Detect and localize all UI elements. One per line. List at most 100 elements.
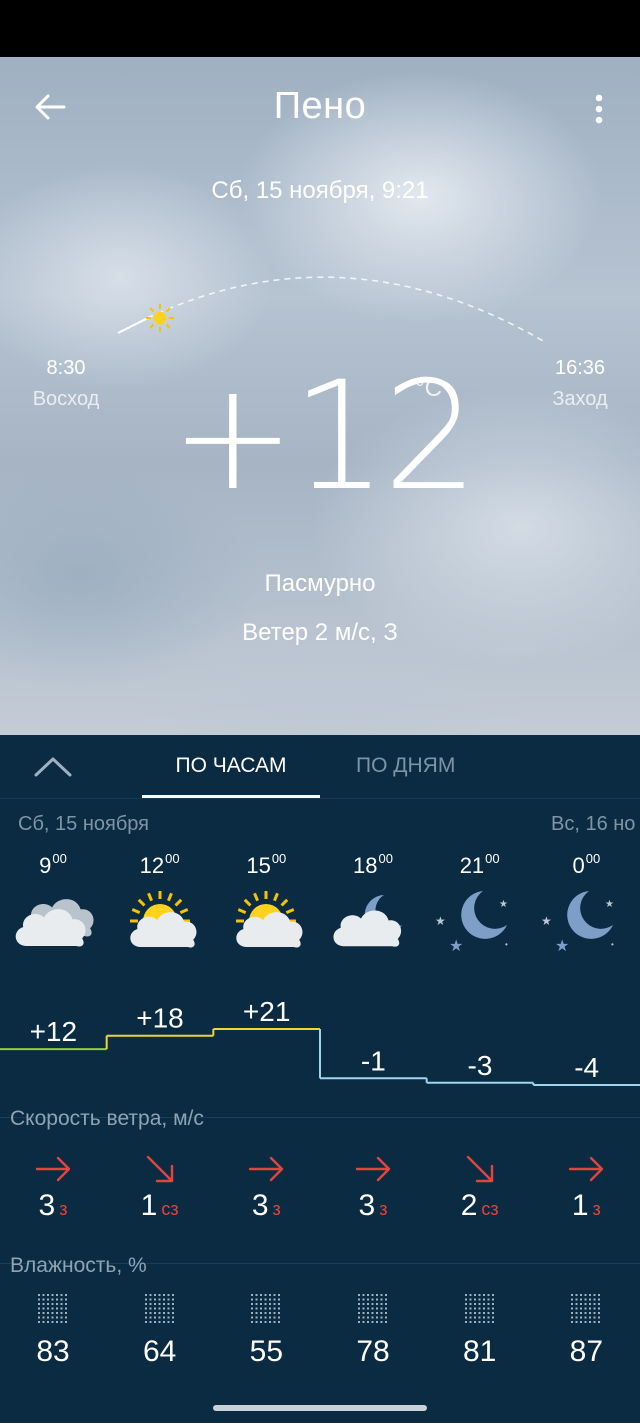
hour-value: 9 bbox=[39, 853, 52, 878]
humidity-section-title: Влажность, % bbox=[10, 1254, 147, 1277]
humidity-value: 83 bbox=[36, 1335, 70, 1368]
chevron-up-icon[interactable] bbox=[30, 749, 76, 785]
humidity-icon bbox=[107, 1292, 213, 1326]
wind-speed: 3з bbox=[0, 1189, 106, 1223]
svg-text:★: ★ bbox=[541, 914, 552, 928]
hour-time: 1500 bbox=[213, 851, 319, 879]
hour-value: 0 bbox=[572, 853, 585, 878]
hour-value: 18 bbox=[353, 853, 378, 878]
status-bar bbox=[0, 0, 640, 57]
wind-speed: 3з bbox=[320, 1189, 426, 1223]
wind-summary: Ветер 2 м/с, З bbox=[242, 619, 398, 646]
minute-value: 00 bbox=[378, 851, 393, 866]
humidity-value: 81 bbox=[462, 1335, 497, 1368]
partly-sunny-icon bbox=[107, 885, 213, 955]
forecast-tabs: ПО ЧАСАМ ПО ДНЯМ bbox=[0, 735, 640, 799]
city-title: Пено bbox=[273, 85, 367, 127]
sunset-time: 16:36 bbox=[554, 357, 606, 379]
sunset-label: Заход bbox=[552, 388, 608, 410]
arrow-east-icon bbox=[213, 1151, 319, 1187]
arrow-east-icon bbox=[0, 1151, 106, 1187]
clear-night-icon: ★ ★ ★ • bbox=[427, 885, 533, 955]
humidity-icon bbox=[213, 1292, 319, 1326]
temperature-label: -1 bbox=[361, 1045, 386, 1076]
humidity-value: 87 bbox=[569, 1335, 604, 1368]
svg-text:•: • bbox=[611, 940, 614, 949]
humidity-value: 55 bbox=[249, 1335, 284, 1368]
wind-direction: з bbox=[59, 1199, 68, 1219]
wind-direction: з bbox=[592, 1199, 601, 1219]
current-datetime: Сб, 15 ноября, 9:21 bbox=[211, 177, 429, 204]
wind-speed: 3з bbox=[213, 1189, 319, 1223]
hour-value: 12 bbox=[139, 853, 165, 878]
wind-direction: з bbox=[272, 1199, 281, 1219]
wind-direction: сз bbox=[481, 1199, 499, 1219]
wind-speed-value: 1 bbox=[140, 1189, 158, 1222]
humidity-icon bbox=[0, 1292, 106, 1326]
home-indicator[interactable] bbox=[213, 1405, 427, 1411]
hour-value: 21 bbox=[459, 853, 485, 878]
arrow-east-icon bbox=[320, 1151, 426, 1187]
humidity-icon bbox=[533, 1292, 639, 1326]
tab-daily[interactable]: ПО ДНЯМ bbox=[356, 754, 455, 778]
sunrise-time: 8:30 bbox=[46, 357, 86, 379]
arrow-east-icon bbox=[533, 1151, 639, 1187]
minute-value: 00 bbox=[52, 851, 67, 866]
hour-time: 2100 bbox=[427, 851, 533, 879]
sunrise-label: Восход bbox=[32, 388, 100, 410]
temperature-unit: °C bbox=[415, 375, 442, 402]
hour-time: 000 bbox=[533, 851, 639, 879]
humidity-value: 78 bbox=[356, 1335, 390, 1368]
wind-speed: 1 сз bbox=[107, 1189, 213, 1223]
humidity-icon bbox=[320, 1292, 426, 1326]
temperature-chart: +12 +18 +21 -1 -3 -4 bbox=[0, 996, 640, 1086]
tab-hourly[interactable]: ПО ЧАСАМ bbox=[142, 754, 320, 778]
wind-speed-value: 3 bbox=[358, 1189, 376, 1222]
wind-speed: 2 сз bbox=[427, 1189, 533, 1223]
svg-text:★: ★ bbox=[605, 899, 614, 910]
minute-value: 00 bbox=[165, 851, 180, 866]
wind-speed-value: 1 bbox=[571, 1189, 589, 1222]
partly-sunny-icon bbox=[213, 885, 319, 955]
minute-value: 00 bbox=[485, 851, 500, 866]
wind-direction: сз bbox=[161, 1199, 179, 1219]
minute-value: 00 bbox=[585, 851, 601, 866]
hour-time: 1800 bbox=[320, 851, 426, 879]
more-options-icon[interactable] bbox=[584, 91, 614, 127]
wind-direction: з bbox=[379, 1199, 388, 1219]
forecast-panel: ПО ЧАСАМ ПО ДНЯМ Сб, 15 ноября Вс, 16 но… bbox=[0, 735, 640, 1423]
temperature-label: +21 bbox=[243, 996, 291, 1027]
svg-text:★: ★ bbox=[435, 914, 446, 928]
clear-night-icon: ★ ★ ★ • bbox=[533, 885, 639, 955]
hour-value: 15 bbox=[246, 853, 271, 878]
wind-speed-value: 2 bbox=[460, 1189, 478, 1222]
temperature-label: +18 bbox=[136, 1003, 184, 1034]
day-label-today: Сб, 15 ноября bbox=[18, 813, 149, 835]
svg-text:★: ★ bbox=[499, 899, 508, 910]
sunrise-info: 8:30 Восход bbox=[6, 357, 126, 411]
temperature-label: +12 bbox=[30, 1016, 78, 1047]
svg-text:★: ★ bbox=[449, 938, 463, 955]
svg-text:★: ★ bbox=[555, 938, 569, 955]
hour-time: 900 bbox=[0, 851, 106, 879]
arrow-southeast-icon bbox=[107, 1151, 213, 1187]
arrow-southeast-icon bbox=[427, 1151, 533, 1187]
sunset-info: 16:36 Заход bbox=[520, 357, 640, 411]
svg-text:•: • bbox=[505, 940, 508, 949]
humidity-value: 64 bbox=[142, 1335, 177, 1368]
day-label-tomorrow: Вс, 16 но bbox=[551, 813, 636, 835]
minute-value: 00 bbox=[271, 851, 287, 866]
wind-speed-value: 3 bbox=[251, 1189, 269, 1222]
temperature-label: -4 bbox=[574, 1052, 599, 1083]
night-cloudy-icon bbox=[320, 885, 426, 955]
hour-time: 1200 bbox=[107, 851, 213, 879]
wind-speed-value: 3 bbox=[38, 1189, 56, 1222]
weather-condition: Пасмурно bbox=[264, 570, 376, 597]
active-tab-indicator bbox=[142, 795, 320, 798]
wind-speed: 1з bbox=[533, 1189, 639, 1223]
wind-section-title: Скорость ветра, м/с bbox=[10, 1107, 204, 1130]
sun-position-icon bbox=[146, 304, 174, 332]
humidity-icon bbox=[427, 1292, 533, 1326]
temperature-label: -3 bbox=[468, 1050, 493, 1081]
cloudy-icon bbox=[0, 885, 106, 955]
